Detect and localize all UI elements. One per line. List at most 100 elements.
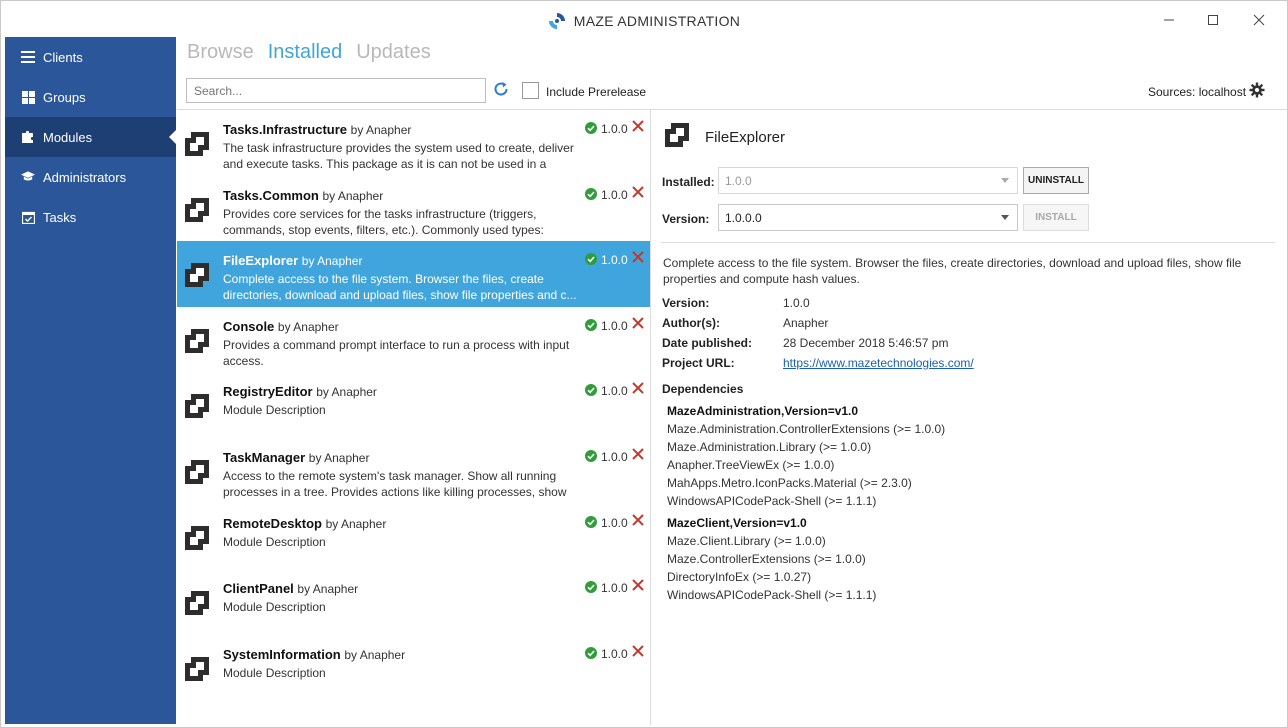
dependency-item: MahApps.Metro.IconPacks.Material (>= 2.3…: [667, 476, 912, 490]
install-button: INSTALL: [1023, 204, 1089, 231]
uninstall-x-icon[interactable]: [631, 644, 645, 658]
dependency-item: DirectoryInfoEx (>= 1.0.27): [667, 570, 812, 584]
uninstall-x-icon[interactable]: [631, 316, 645, 330]
dependency-item: Maze.Administration.Library (>= 1.0.0): [667, 440, 872, 454]
package-icon: [185, 591, 209, 616]
package-icon: [185, 263, 209, 288]
package-description: Module Description: [223, 403, 326, 418]
package-author: by Anapher: [277, 319, 339, 334]
refresh-button[interactable]: [491, 80, 511, 100]
package-version: 1.0.0: [601, 449, 628, 464]
chevron-down-icon: [1001, 178, 1009, 183]
sidebar-item-clients[interactable]: Clients: [5, 37, 176, 77]
package-icon: [185, 459, 209, 484]
window-title: MAZE ADMINISTRATION: [1, 12, 1287, 30]
uninstall-x-icon[interactable]: [631, 447, 645, 461]
package-author: by Anapher: [350, 123, 412, 137]
sidebar-item-groups[interactable]: Groups: [5, 77, 176, 117]
package-item-remotedesktop[interactable]: RemoteDesktop by Anapher Module Descript…: [177, 504, 650, 570]
uninstall-x-icon[interactable]: [631, 381, 645, 395]
maximize-icon: [1208, 15, 1218, 25]
package-author: by Anapher: [325, 516, 387, 531]
search-input[interactable]: [186, 78, 486, 103]
package-name: Console by Anapher: [223, 318, 339, 334]
package-item-systeminformation[interactable]: SystemInformation by Anapher Module Desc…: [177, 635, 650, 701]
sidebar-item-administrators[interactable]: Administrators: [5, 157, 176, 197]
package-item-clientpanel[interactable]: ClientPanel by Anapher Module Descriptio…: [177, 569, 650, 635]
close-button[interactable]: [1237, 7, 1281, 33]
uninstall-x-icon[interactable]: [631, 250, 645, 264]
dependencies-heading: Dependencies: [662, 382, 744, 396]
sidebar-item-tasks[interactable]: Tasks: [5, 197, 176, 237]
package-version: 1.0.0: [601, 318, 628, 333]
package-name: FileExplorer by Anapher: [223, 253, 363, 269]
package-version: 1.0.0: [601, 581, 628, 596]
uninstall-button[interactable]: UNINSTALL: [1023, 167, 1089, 194]
package-description: Module Description: [223, 600, 326, 615]
title-bar: MAZE ADMINISTRATION: [1, 1, 1287, 37]
package-author: by Anapher: [344, 647, 406, 662]
include-prerelease-label: Include Prerelease: [546, 85, 647, 99]
sources-label: Sources: localhost: [1148, 85, 1247, 99]
package-item-fileexplorer[interactable]: FileExplorer by Anapher Complete access …: [177, 241, 650, 307]
package-author: by Anapher: [322, 188, 384, 203]
meta-date-value: 28 December 2018 5:46:57 pm: [783, 336, 949, 350]
tab-browse[interactable]: Browse: [187, 41, 254, 64]
minimize-button[interactable]: [1147, 7, 1191, 33]
package-item-registryeditor[interactable]: RegistryEditor by Anapher Module Descrip…: [177, 372, 650, 438]
uninstall-x-icon[interactable]: [631, 185, 645, 199]
tab-installed[interactable]: Installed: [268, 41, 343, 64]
maximize-button[interactable]: [1191, 7, 1235, 33]
tab-updates[interactable]: Updates: [356, 41, 431, 64]
sidebar-item-modules[interactable]: Modules: [5, 117, 177, 157]
version-select-value: 1.0.0.0: [725, 211, 762, 225]
refresh-icon: [494, 82, 508, 96]
package-icon: [185, 197, 209, 222]
meta-version-label: Version:: [662, 296, 710, 310]
uninstall-x-icon[interactable]: [631, 119, 645, 133]
package-description: Access to the remote system's task manag…: [223, 468, 567, 499]
package-item-tasks-infrastructure[interactable]: Tasks.Infrastructure by Anapher The task…: [177, 110, 650, 176]
package-author: by Anapher: [301, 254, 363, 269]
package-name: RemoteDesktop by Anapher: [223, 515, 387, 531]
calendar-check-icon: [21, 210, 35, 224]
panel-divider: [650, 110, 651, 725]
installed-check-icon: [585, 253, 597, 266]
meta-authors-label: Author(s):: [662, 316, 720, 330]
package-version: 1.0.0: [601, 253, 628, 268]
installed-label: Installed:: [662, 175, 715, 189]
package-description: Provides a command prompt interface to r…: [223, 337, 570, 368]
version-select[interactable]: 1.0.0.0: [718, 204, 1018, 231]
package-name: Tasks.Infrastructure by Anapher: [223, 122, 412, 137]
include-prerelease-checkbox[interactable]: [522, 82, 539, 99]
list-icon: [21, 50, 35, 64]
dependency-item: Maze.Administration.ControllerExtensions…: [667, 422, 946, 436]
uninstall-x-icon[interactable]: [631, 513, 645, 527]
window-title-text: MAZE ADMINISTRATION: [573, 13, 741, 29]
details-description: Complete access to the file system. Brow…: [663, 256, 1242, 286]
package-item-taskmanager[interactable]: TaskManager by Anapher Access to the rem…: [177, 438, 650, 504]
installed-check-icon: [585, 187, 597, 200]
project-url-link[interactable]: https://www.mazetechnologies.com/: [783, 356, 974, 370]
sidebar: Clients Groups Modules Administrators Ta…: [5, 37, 177, 724]
uninstall-x-icon[interactable]: [631, 578, 645, 592]
sidebar-item-label: Administrators: [43, 169, 127, 185]
package-author: by Anapher: [308, 450, 370, 465]
gear-icon[interactable]: [1249, 82, 1265, 98]
package-item-console[interactable]: Console by Anapher Provides a command pr…: [177, 307, 650, 373]
sidebar-item-label: Groups: [43, 89, 86, 105]
package-item-tasks-common[interactable]: Tasks.Common by Anapher Provides core se…: [177, 176, 650, 242]
package-tabs: Browse Installed Updates: [187, 41, 431, 64]
installed-check-icon: [585, 384, 597, 397]
package-author: by Anapher: [297, 582, 359, 597]
package-icon: [185, 656, 209, 681]
grid-icon: [21, 90, 35, 104]
installed-check-icon: [585, 581, 597, 594]
package-list: Tasks.Infrastructure by Anapher The task…: [177, 110, 650, 725]
package-name: TaskManager by Anapher: [223, 449, 370, 465]
dependency-item: Anapher.TreeViewEx (>= 1.0.0): [667, 458, 835, 472]
sidebar-item-label: Clients: [43, 49, 83, 65]
sidebar-item-label: Modules: [43, 129, 93, 145]
package-version: 1.0.0: [601, 384, 628, 399]
package-icon: [185, 394, 209, 419]
